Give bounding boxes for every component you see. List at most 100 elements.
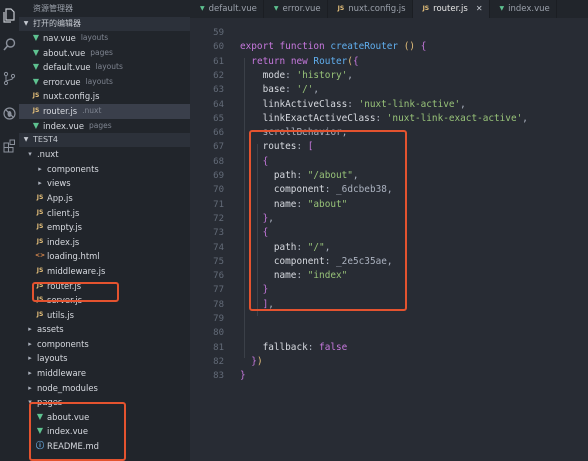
- code-line: linkActiveClass: 'nuxt-link-active',: [262, 98, 466, 110]
- tree-item-label: client.js: [47, 207, 80, 218]
- html-file-icon: <>: [34, 252, 46, 260]
- line-number: 75: [213, 256, 224, 267]
- vue-file-icon: ▼: [499, 5, 505, 12]
- tab-error-vue[interactable]: ▼ error.vue: [264, 0, 328, 18]
- line-number: 69: [213, 171, 224, 181]
- tree-item[interactable]: ▸ node_modules: [19, 381, 190, 396]
- line-number: 82: [213, 356, 224, 367]
- tree-item[interactable]: JS middleware.js: [19, 264, 190, 279]
- indent-guide: [244, 58, 245, 358]
- line-number: 70: [213, 185, 224, 196]
- vue-file-icon: ▼: [32, 76, 40, 86]
- line-number: 80: [213, 328, 224, 339]
- chevron-right-icon: ▸: [28, 325, 32, 334]
- line-number: 73: [213, 228, 224, 239]
- chevron-right-icon: ▸: [38, 179, 42, 188]
- vue-file-icon: ▼: [32, 47, 40, 57]
- tree-item-label: middleware.js: [47, 265, 106, 276]
- tree-item-label: App.js: [47, 192, 73, 203]
- open-editor-item[interactable]: ▼ error.vue layouts: [19, 75, 190, 90]
- file-folder-hint: layouts: [80, 33, 109, 42]
- tree-item-label: index.js: [47, 236, 80, 247]
- extensions-icon[interactable]: [2, 138, 17, 153]
- line-number: 77: [213, 285, 224, 296]
- code-line: linkExactActiveClass: 'nuxt-link-exact-a…: [262, 112, 528, 124]
- open-editor-item[interactable]: JS nuxt.config.js: [19, 89, 190, 104]
- close-icon[interactable]: ✕: [476, 0, 483, 18]
- chevron-right-icon: ▸: [28, 369, 32, 378]
- code-line: }: [240, 370, 246, 382]
- line-number: 81: [213, 342, 224, 353]
- open-editor-item[interactable]: JS router.js .nuxt: [19, 103, 190, 119]
- open-editor-item[interactable]: ▼ about.vue pages: [19, 46, 190, 61]
- js-file-icon: JS: [422, 5, 430, 12]
- line-number: 79: [213, 314, 224, 324]
- chevron-down-icon: ▼: [23, 20, 29, 27]
- tree-item[interactable]: JS utils.js: [19, 308, 190, 323]
- chevron-down-icon: ▼: [23, 136, 29, 144]
- tree-item[interactable]: ▸ assets: [19, 322, 190, 337]
- open-editor-item[interactable]: ▼ index.vue pages: [19, 119, 190, 134]
- tab-label: default.vue: [208, 4, 257, 14]
- tree-item[interactable]: ▸ views: [19, 176, 190, 191]
- line-number: 67: [213, 142, 224, 153]
- search-icon[interactable]: [2, 37, 17, 52]
- vue-file-icon: ▼: [32, 62, 40, 72]
- tree-item[interactable]: ▾ .nuxt: [19, 147, 190, 162]
- js-file-icon: JS: [36, 208, 44, 216]
- file-folder-hint: layouts: [85, 76, 113, 86]
- files-icon[interactable]: [2, 8, 17, 23]
- line-number: 63: [213, 85, 224, 96]
- source-control-icon[interactable]: [2, 71, 17, 86]
- tab-label: index.vue: [508, 4, 550, 14]
- open-editors-header[interactable]: ▼ 打开的编辑器: [19, 17, 190, 31]
- line-number: 74: [213, 242, 224, 253]
- line-number: 83: [213, 371, 224, 382]
- js-file-icon: JS: [337, 5, 345, 12]
- tree-item[interactable]: JS index.js: [19, 235, 190, 250]
- tree-item[interactable]: ▸ layouts: [19, 351, 190, 366]
- file-folder-hint: pages: [90, 47, 113, 57]
- code-line: base: '/',: [262, 84, 320, 96]
- tab-label: error.vue: [282, 4, 321, 14]
- js-file-icon: JS: [32, 92, 40, 100]
- js-file-icon: JS: [36, 237, 44, 245]
- tree-item-label: components: [47, 163, 99, 174]
- line-number: 68: [213, 156, 224, 167]
- tree-item[interactable]: ▸ components: [19, 162, 190, 177]
- explorer-title: 资源管理器: [33, 4, 73, 13]
- vue-file-icon: ▼: [273, 5, 279, 12]
- debug-icon[interactable]: [2, 106, 17, 121]
- tab-index-vue[interactable]: ▼ index.vue: [490, 0, 557, 18]
- tab-nuxt-config-js[interactable]: JS nuxt.config.js: [328, 0, 413, 18]
- tab-router-js[interactable]: JS router.js ✕: [412, 0, 490, 18]
- line-number: 60: [213, 42, 224, 53]
- file-name: nav.vue: [43, 33, 76, 43]
- tab-label: router.js: [433, 4, 468, 14]
- open-editor-item[interactable]: ▼ default.vue layouts: [19, 60, 190, 75]
- tree-item[interactable]: JS empty.js: [19, 220, 190, 235]
- js-file-icon: JS: [32, 106, 40, 114]
- workspace-header[interactable]: ▼ TEST4: [19, 133, 190, 148]
- tree-item[interactable]: ▸ components: [19, 337, 190, 352]
- code-line: return new Router({: [251, 55, 359, 67]
- line-number: 64: [213, 99, 224, 110]
- chevron-right-icon: ▸: [28, 383, 32, 392]
- open-editors-label: 打开的编辑器: [33, 19, 81, 28]
- vue-file-icon: ▼: [32, 33, 40, 42]
- tab-default-vue[interactable]: ▼ default.vue: [190, 0, 264, 18]
- file-name: nuxt.config.js: [43, 91, 100, 102]
- highlight-box-router: [32, 282, 119, 302]
- tree-item[interactable]: JS client.js: [19, 206, 190, 221]
- js-file-icon: JS: [36, 266, 44, 274]
- file-folder-hint: layouts: [95, 62, 123, 72]
- line-number: 76: [213, 271, 224, 282]
- chevron-right-icon: ▸: [28, 339, 32, 348]
- tree-item[interactable]: JS App.js: [19, 191, 190, 206]
- code-editor[interactable]: 59 60 61 62 63 64 65 66 67 68 69 70 71 72 73 74 75 76 77 78…: [190, 18, 588, 461]
- line-number: 78: [213, 299, 224, 310]
- tree-item[interactable]: <> loading.html: [19, 249, 190, 264]
- tree-item-label: empty.js: [47, 222, 83, 233]
- open-editor-item[interactable]: ▼ nav.vue layouts: [19, 31, 190, 46]
- tree-item[interactable]: ▸ middleware: [19, 366, 190, 381]
